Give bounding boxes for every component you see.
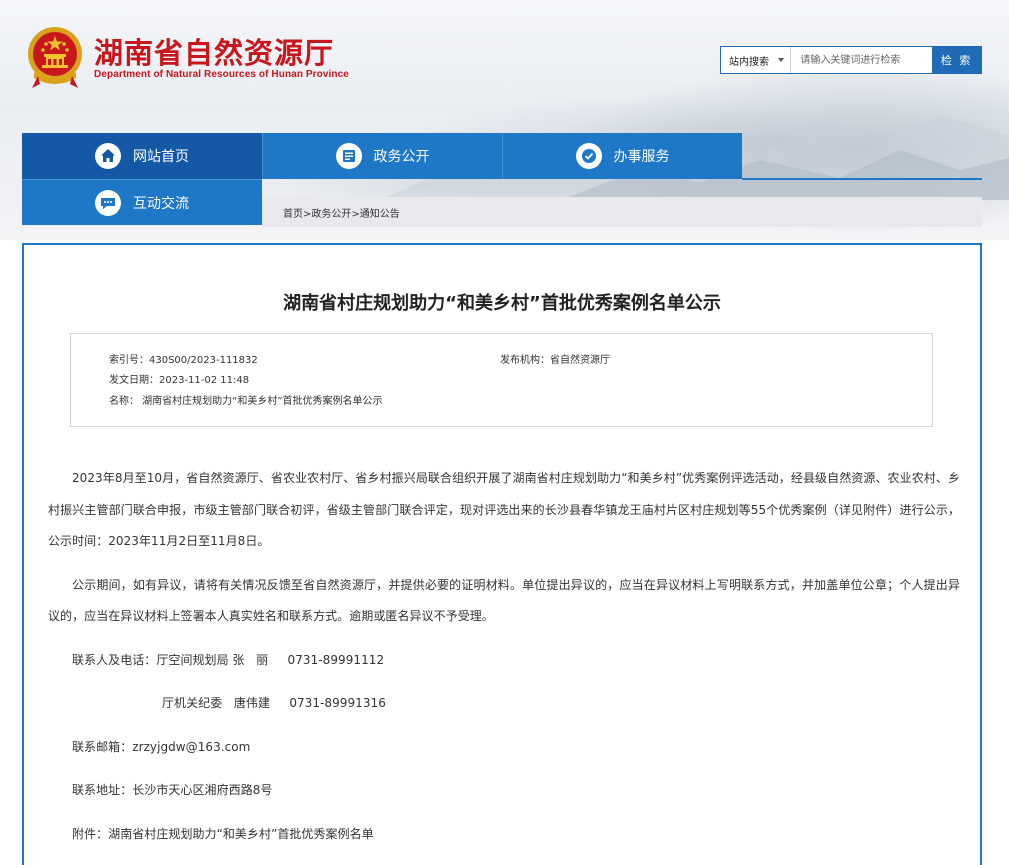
article-container: 湖南省村庄规划助力“和美乡村”首批优秀案例名单公示 索引号：430S00/202… bbox=[22, 243, 982, 865]
search-button[interactable]: 检 索 bbox=[932, 47, 981, 73]
nav-item-gov-affairs[interactable]: 政务公开 bbox=[262, 133, 502, 179]
chevron-down-icon bbox=[778, 58, 785, 62]
nav-label: 互动交流 bbox=[133, 195, 189, 212]
nav-item-home[interactable]: 网站首页 bbox=[22, 133, 262, 179]
nav-item-services[interactable]: 办事服务 bbox=[502, 133, 742, 179]
meta-publisher: 发布机构：省自然资源厅 bbox=[500, 355, 610, 366]
site-title[interactable]: 湖南省自然资源厅 bbox=[94, 30, 334, 72]
search-scope-label: 站内搜索 bbox=[729, 56, 769, 68]
nav-label: 政务公开 bbox=[373, 149, 430, 165]
article-paragraph: 公示期间，如有异议，请将有关情况反馈至省自然资源厅，并提供必要的证明材料。单位提… bbox=[48, 577, 960, 624]
article-body: 2023年8月至10月，省自然资源厅、省农业农村厅、省乡村振兴局联合组织开展了湖… bbox=[48, 463, 960, 862]
contact-line: 厅机关纪委 唐伟建 0731-89991316 bbox=[162, 696, 386, 710]
meta-date: 发文日期：2023-11-02 11:48 bbox=[109, 375, 250, 386]
article-meta-box: 索引号：430S00/2023-111832 发布机构：省自然资源厅 发文日期：… bbox=[70, 333, 933, 427]
home-icon bbox=[95, 143, 121, 169]
search-input[interactable] bbox=[791, 47, 933, 73]
meta-name: 名称： 湖南省村庄规划助力“和美乡村”首批优秀案例名单公示 bbox=[109, 396, 383, 407]
contact-email: 联系邮箱：zrzyjgdw@163.com bbox=[72, 739, 251, 754]
site-subtitle: Department of Natural Resources of Hunan… bbox=[94, 69, 349, 80]
chat-icon bbox=[95, 189, 121, 216]
search-bar: 站内搜索 检 索 bbox=[720, 46, 982, 74]
attachment-link[interactable]: 附件：湖南省村庄规划助力“和美乡村”首批优秀案例名单 bbox=[48, 819, 960, 851]
nav-label: 网站首页 bbox=[133, 149, 189, 165]
article-paragraph: 2023年8月至10月，省自然资源厅、省农业农村厅、省乡村振兴局联合组织开展了湖… bbox=[48, 471, 960, 548]
article-title: 湖南省村庄规划助力“和美乡村”首批优秀案例名单公示 bbox=[283, 293, 721, 314]
breadcrumb-text[interactable]: 首页>政务公开>通知公告 bbox=[283, 205, 400, 220]
national-emblem-icon bbox=[28, 27, 82, 88]
nav-label: 办事服务 bbox=[613, 149, 670, 165]
service-icon bbox=[575, 143, 602, 169]
nav-divider-line bbox=[742, 178, 982, 180]
breadcrumb: 首页>政务公开>通知公告 bbox=[262, 197, 982, 227]
contact-line: 联系人及电话：厅空间规划局 张 丽 0731-89991112 bbox=[72, 652, 385, 667]
meta-index-no: 索引号：430S00/2023-111832 bbox=[109, 355, 258, 366]
contact-address: 联系地址：长沙市天心区湘府西路8号 bbox=[72, 783, 273, 797]
search-scope-select[interactable]: 站内搜索 bbox=[721, 47, 792, 73]
nav-item-interaction[interactable]: 互动交流 bbox=[22, 179, 262, 225]
document-icon bbox=[335, 143, 362, 169]
